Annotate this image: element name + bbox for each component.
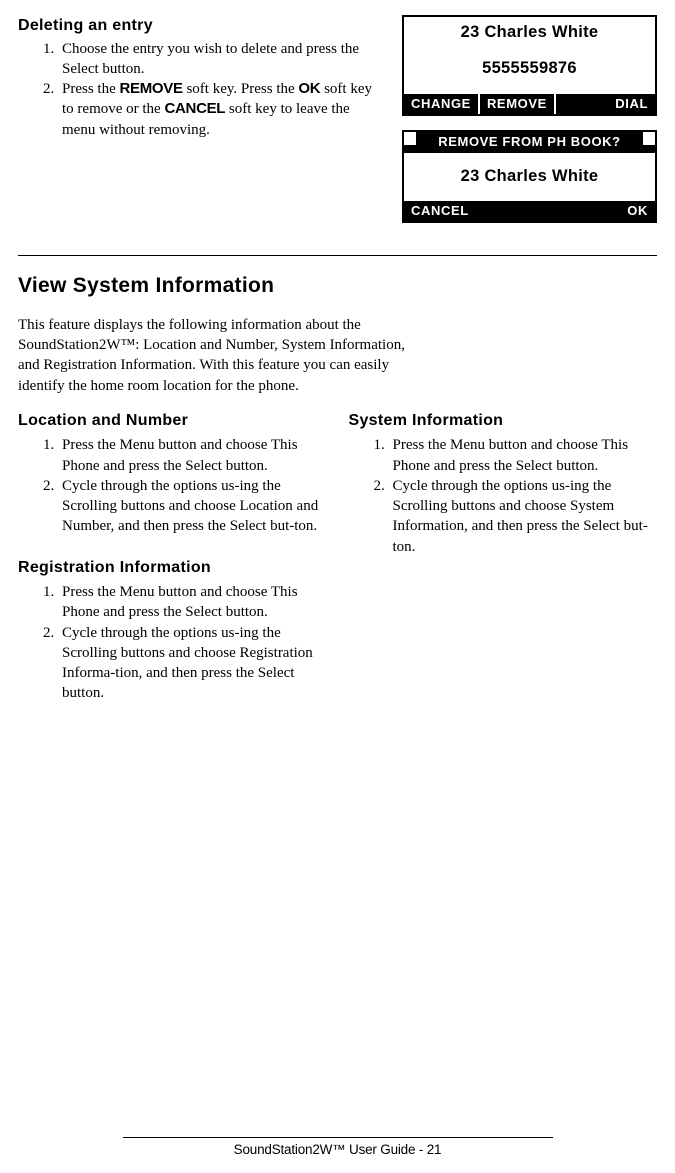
view-heading: View System Information (18, 272, 657, 300)
footer-text: SoundStation2W™ User Guide - 21 (0, 1141, 675, 1159)
deleting-heading: Deleting an entry (18, 15, 384, 37)
reg-step2: Cycle through the options us-ing the Scr… (58, 623, 327, 704)
lcd2-soft-cancel: CANCEL (404, 201, 476, 222)
registration-heading: Registration Information (18, 557, 327, 579)
deleting-step2: Press the REMOVE soft key. Press the OK … (58, 79, 384, 140)
loc-step2: Cycle through the options us-ing the Scr… (58, 476, 327, 537)
location-heading: Location and Number (18, 410, 327, 432)
ok-key-text: OK (298, 80, 320, 97)
lcd1-soft-change: CHANGE (404, 94, 478, 115)
cancel-key-text: CANCEL (164, 100, 225, 117)
footer-rule (123, 1137, 553, 1138)
remove-key-text: REMOVE (120, 80, 183, 97)
sys-step1: Press the Menu button and choose This Ph… (389, 435, 658, 476)
lcd-screen-remove-confirm: REMOVE FROM PH BOOK? 23 Charles White CA… (402, 130, 657, 223)
t: Press the (62, 81, 120, 97)
system-heading: System Information (349, 410, 658, 432)
sys-step2: Cycle through the options us-ing the Scr… (389, 476, 658, 557)
view-intro: This feature displays the following info… (18, 315, 418, 396)
lcd2-line1: 23 Charles White (404, 153, 655, 201)
lcd2-soft-ok: OK (620, 201, 655, 222)
reg-step1: Press the Menu button and choose This Ph… (58, 582, 327, 623)
lcd1-line1: 23 Charles White (404, 17, 655, 57)
loc-step1: Press the Menu button and choose This Ph… (58, 435, 327, 476)
lcd2-title: REMOVE FROM PH BOOK? (416, 132, 643, 153)
lcd1-soft-dial: DIAL (608, 94, 655, 115)
deleting-step1: Choose the entry you wish to delete and … (58, 39, 384, 80)
lcd1-soft-remove: REMOVE (480, 94, 554, 115)
lcd-screen-contact: 23 Charles White 5555559876 CHANGE REMOV… (402, 15, 657, 116)
section-divider (18, 255, 657, 256)
lcd1-line2: 5555559876 (404, 57, 655, 93)
t: soft key. Press the (183, 81, 299, 97)
